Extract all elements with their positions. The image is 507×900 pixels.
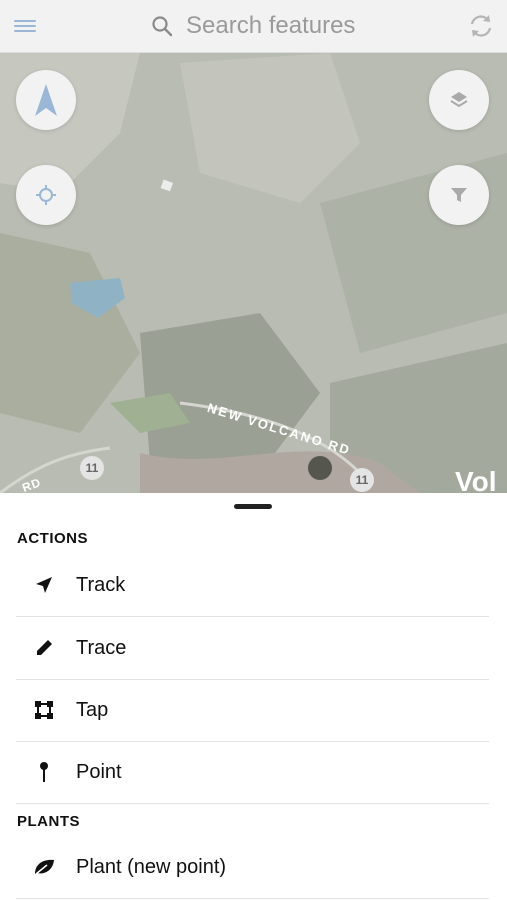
search-icon <box>152 16 173 37</box>
plants-heading: PLANTS <box>17 813 80 830</box>
search-bar[interactable] <box>150 10 420 42</box>
north-arrow-button[interactable] <box>16 70 76 130</box>
action-label: Tap <box>76 698 109 721</box>
action-tap[interactable]: Tap <box>16 679 489 742</box>
sheet-drag-handle[interactable] <box>234 504 272 509</box>
filter-icon <box>451 188 467 202</box>
polygon-vertices-icon <box>32 698 56 722</box>
layers-icon <box>450 92 468 108</box>
pin-icon <box>32 760 56 784</box>
action-label: Point <box>76 760 122 783</box>
satellite-map[interactable]: NEW VOLCANO RD RD 11 11 Vol <box>0 53 507 493</box>
route-shield: 11 <box>350 468 374 492</box>
route-shield: 11 <box>80 456 104 480</box>
bottom-sheet: ACTIONS Track Trace Tap Point PLANTS Pla… <box>0 493 507 900</box>
sync-icon[interactable] <box>467 12 495 40</box>
plant-label: Plant (new point) <box>76 855 227 878</box>
plant-new-point[interactable]: Plant (new point) <box>16 836 489 899</box>
action-track[interactable]: Track <box>16 554 489 617</box>
my-location-button[interactable] <box>16 165 76 225</box>
actions-heading: ACTIONS <box>17 530 88 547</box>
layers-button[interactable] <box>429 70 489 130</box>
hamburger-menu-icon[interactable] <box>14 17 36 35</box>
leaf-icon <box>32 855 56 879</box>
navigation-arrow-icon <box>32 573 56 597</box>
action-label: Track <box>76 573 126 596</box>
crosshair-icon <box>36 185 56 205</box>
pencil-icon <box>32 636 56 660</box>
search-input[interactable] <box>186 12 406 40</box>
top-bar <box>0 0 507 53</box>
action-trace[interactable]: Trace <box>16 617 489 680</box>
north-arrow-icon <box>35 84 57 116</box>
filter-button[interactable] <box>429 165 489 225</box>
action-label: Trace <box>76 636 127 659</box>
place-label: Vol <box>455 466 497 493</box>
action-point[interactable]: Point <box>16 741 489 804</box>
